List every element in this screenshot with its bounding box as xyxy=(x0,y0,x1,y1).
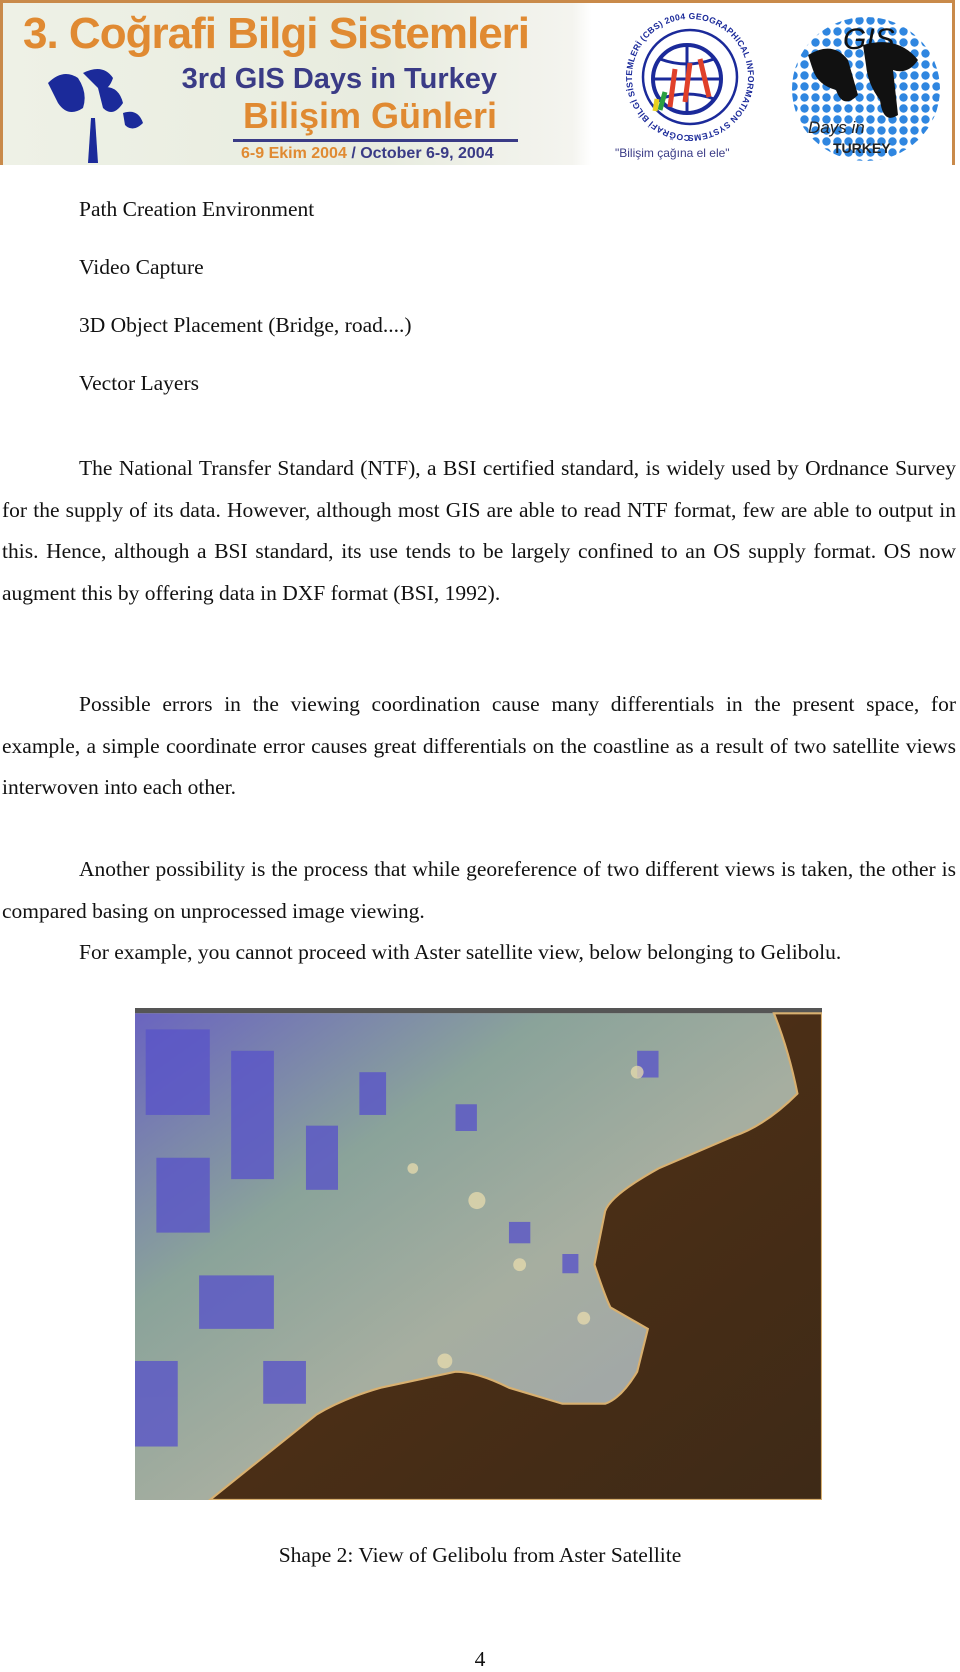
banner-title: 3. Coğrafi Bilgi Sistemleri xyxy=(23,9,530,58)
gis-days-logo: GIS Days in TURKEY xyxy=(792,17,940,161)
aster-satellite-image xyxy=(135,1008,822,1500)
svg-text:TURKEY: TURKEY xyxy=(833,140,891,156)
figure-caption: Shape 2: View of Gelibolu from Aster Sat… xyxy=(278,1543,682,1567)
paragraph-ntf: The National Transfer Standard (NTF), a … xyxy=(2,456,956,605)
banner-date: 6-9 Ekim 2004 / October 6-9, 2004 xyxy=(241,145,494,163)
paragraph-georeference: Another possibility is the process that … xyxy=(2,857,956,923)
example-line: For example, you cannot proceed with Ast… xyxy=(79,940,842,964)
date-tr: 6-9 Ekim 2004 xyxy=(241,145,347,162)
banner-divider xyxy=(233,139,518,142)
list-item: Path Creation Environment xyxy=(79,197,315,221)
list-item: 3D Object Placement (Bridge, road....) xyxy=(79,313,412,337)
list-item: Vector Layers xyxy=(79,371,199,395)
banner-subtitle-en: 3rd GIS Days in Turkey xyxy=(181,63,497,95)
cbs-globe-logo: COĞRAFİ BİLGİ SİSTEMLERİ (CBS) 2004 GEOG… xyxy=(624,11,756,143)
banner-subtitle-tr: Bilişim Günleri xyxy=(242,95,497,136)
conference-banner: 3. Coğrafi Bilgi Sistemleri 3rd GIS Days… xyxy=(0,0,955,165)
page-number: 4 xyxy=(474,1647,486,1671)
svg-text:Days in: Days in xyxy=(808,118,865,137)
paragraph-errors: Possible errors in the viewing coordinat… xyxy=(2,692,956,799)
svg-text:GIS: GIS xyxy=(843,23,895,56)
world-tree-icon xyxy=(48,69,143,163)
banner-slogan: "Bilişim çağına el ele" xyxy=(615,146,730,160)
date-en: / October 6-9, 2004 xyxy=(351,145,494,162)
list-item: Video Capture xyxy=(79,255,204,279)
